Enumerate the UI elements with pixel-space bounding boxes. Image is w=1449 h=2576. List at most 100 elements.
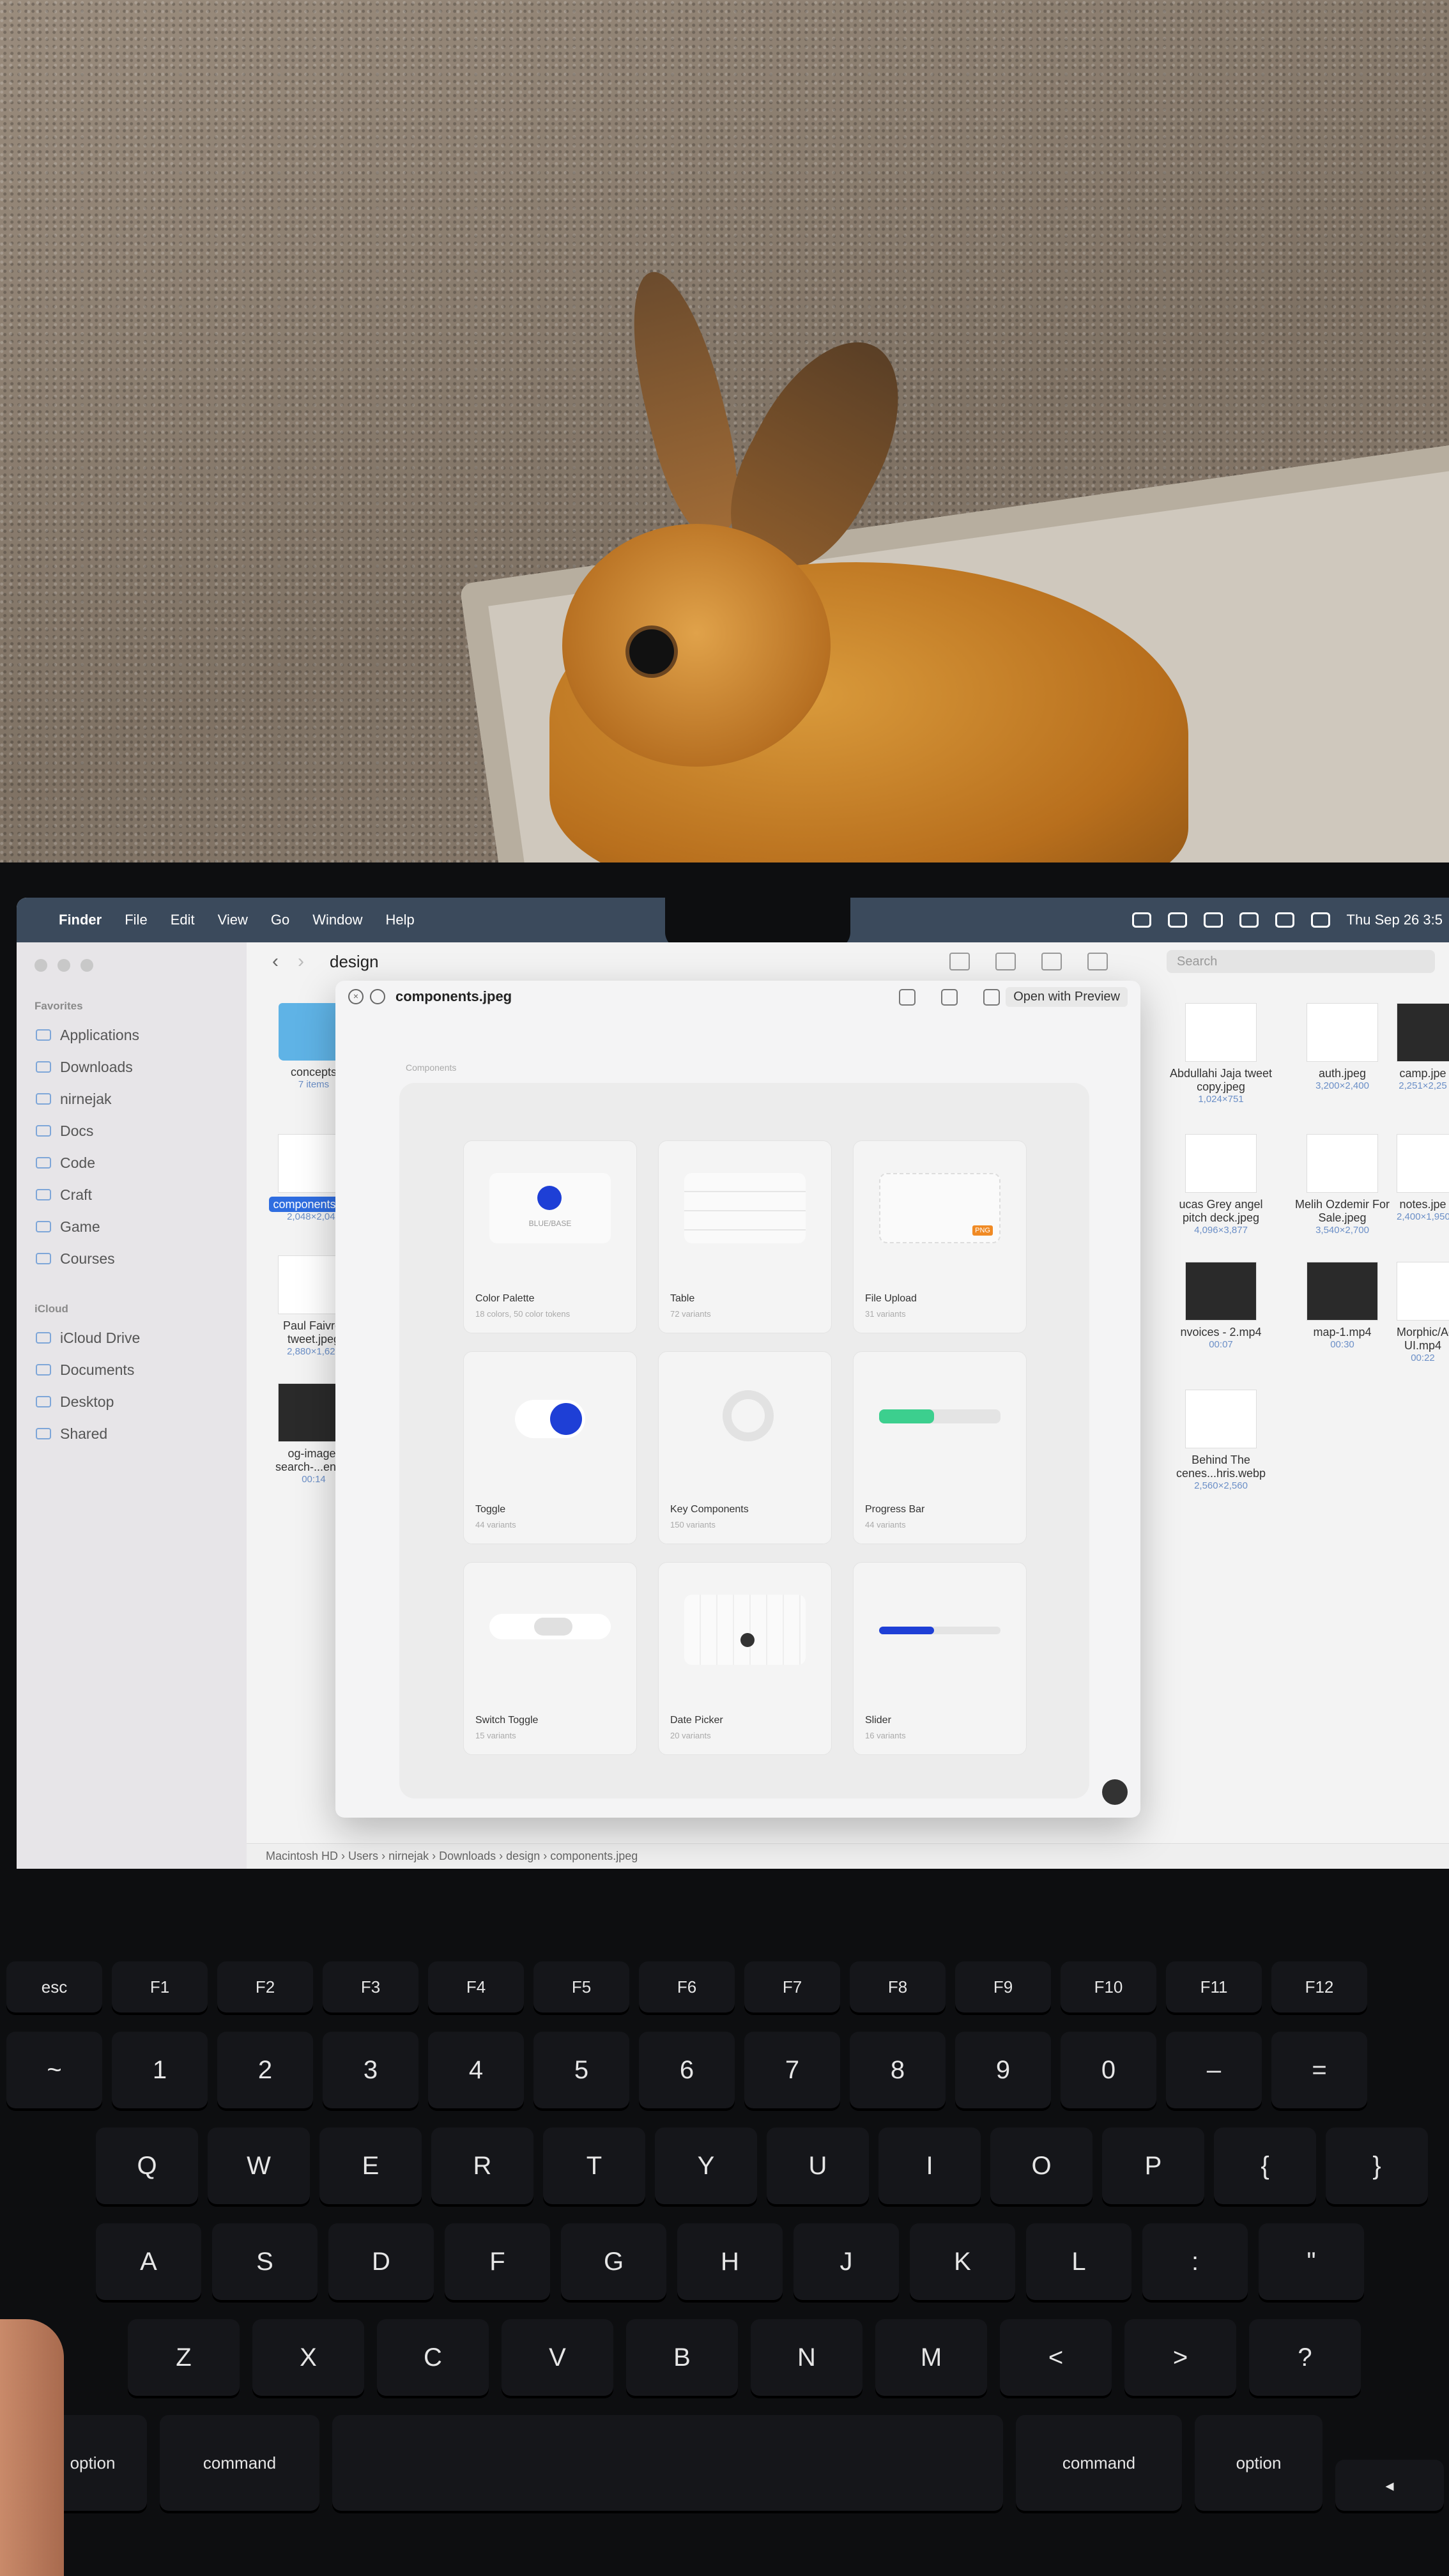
path-item[interactable]: design <box>506 1850 540 1863</box>
menu-go[interactable]: Go <box>271 912 289 928</box>
key-letter[interactable]: : <box>1142 2223 1248 2300</box>
sidebar-item-home[interactable]: nirnejak <box>36 1083 247 1115</box>
path-item[interactable]: components.jpeg <box>550 1850 638 1863</box>
gallery-view-icon[interactable] <box>1087 953 1108 970</box>
key-f5[interactable]: F5 <box>533 1961 629 2012</box>
minimize-window-button[interactable] <box>57 959 70 972</box>
file-item[interactable]: auth.jpeg 3,200×2,400 <box>1288 1003 1397 1091</box>
file-item[interactable]: camp.jpe 2,251×2,25 <box>1397 1003 1449 1091</box>
file-item[interactable]: map-1.mp4 00:30 <box>1288 1262 1397 1350</box>
key-num[interactable]: 5 <box>533 2032 629 2108</box>
menu-file[interactable]: File <box>125 912 147 928</box>
key-command-left[interactable]: command <box>160 2415 319 2511</box>
key-letter[interactable]: R <box>431 2128 533 2204</box>
key-letter[interactable]: M <box>875 2319 987 2396</box>
key-letter[interactable]: H <box>677 2223 783 2300</box>
menu-app-name[interactable]: Finder <box>59 912 102 928</box>
list-view-icon[interactable] <box>995 953 1016 970</box>
file-item[interactable]: nvoices - 2.mp4 00:07 <box>1167 1262 1275 1350</box>
key-letter[interactable]: T <box>543 2128 645 2204</box>
key-letter[interactable]: A <box>96 2223 201 2300</box>
key-letter[interactable]: N <box>751 2319 862 2396</box>
file-item[interactable]: Behind The cenes...hris.webp 2,560×2,560 <box>1167 1390 1275 1491</box>
wifi-icon[interactable] <box>1239 912 1259 928</box>
key-letter[interactable]: V <box>502 2319 613 2396</box>
battery-icon[interactable] <box>1275 912 1294 928</box>
path-item[interactable]: Users <box>348 1850 378 1863</box>
key-num[interactable]: 8 <box>850 2032 946 2108</box>
key-letter[interactable]: } <box>1326 2128 1428 2204</box>
file-item[interactable]: Melih Ozdemir For Sale.jpeg 3,540×2,700 <box>1288 1134 1397 1236</box>
zoom-window-button[interactable] <box>80 959 93 972</box>
key-letter[interactable]: G <box>561 2223 666 2300</box>
grid-view-icon[interactable] <box>949 953 970 970</box>
key-f3[interactable]: F3 <box>323 1961 418 2012</box>
sidebar-item-applications[interactable]: Applications <box>36 1019 247 1051</box>
menu-clock[interactable]: Thu Sep 26 3:5 <box>1347 912 1443 928</box>
key-letter[interactable]: P <box>1102 2128 1204 2204</box>
file-item[interactable]: notes.jpe 2,400×1,950 <box>1397 1134 1449 1222</box>
menu-edit[interactable]: Edit <box>171 912 195 928</box>
key-f10[interactable]: F10 <box>1061 1961 1156 2012</box>
key-letter[interactable]: X <box>252 2319 364 2396</box>
key-num[interactable]: 4 <box>428 2032 524 2108</box>
key-num[interactable]: 6 <box>639 2032 735 2108</box>
key-letter[interactable]: > <box>1124 2319 1236 2396</box>
share-icon[interactable] <box>983 989 1000 1006</box>
close-window-button[interactable] <box>34 959 47 972</box>
key-letter[interactable]: ? <box>1249 2319 1361 2396</box>
path-item[interactable]: Downloads <box>439 1850 496 1863</box>
key-num[interactable]: 0 <box>1061 2032 1156 2108</box>
menu-view[interactable]: View <box>218 912 248 928</box>
key-esc[interactable]: esc <box>6 1961 102 2012</box>
key-num[interactable]: 9 <box>955 2032 1051 2108</box>
column-view-icon[interactable] <box>1041 953 1062 970</box>
key-f4[interactable]: F4 <box>428 1961 524 2012</box>
back-arrow-icon[interactable]: ‹ <box>272 951 279 972</box>
key-arrow-left[interactable]: ◂ <box>1335 2460 1444 2511</box>
key-f9[interactable]: F9 <box>955 1961 1051 2012</box>
key-num[interactable]: – <box>1166 2032 1262 2108</box>
key-f1[interactable]: F1 <box>112 1961 208 2012</box>
key-letter[interactable]: " <box>1259 2223 1364 2300</box>
key-letter[interactable]: E <box>319 2128 422 2204</box>
quicklook-corner-icon[interactable] <box>1102 1779 1128 1805</box>
key-num[interactable]: 2 <box>217 2032 313 2108</box>
key-num[interactable]: 3 <box>323 2032 418 2108</box>
key-num[interactable]: ~ <box>6 2032 102 2108</box>
key-letter[interactable]: I <box>878 2128 981 2204</box>
menu-window[interactable]: Window <box>312 912 362 928</box>
key-letter[interactable]: J <box>793 2223 899 2300</box>
file-item[interactable]: Abdullahi Jaja tweet copy.jpeg 1,024×751 <box>1167 1003 1275 1105</box>
key-f11[interactable]: F11 <box>1166 1961 1262 2012</box>
key-letter[interactable]: O <box>990 2128 1092 2204</box>
menu-help[interactable]: Help <box>386 912 415 928</box>
key-option-right[interactable]: option <box>1195 2415 1322 2511</box>
close-icon[interactable]: × <box>348 989 364 1004</box>
key-letter[interactable]: K <box>910 2223 1015 2300</box>
key-letter[interactable]: L <box>1026 2223 1131 2300</box>
key-letter[interactable]: < <box>1000 2319 1112 2396</box>
key-f8[interactable]: F8 <box>850 1961 946 2012</box>
status-icon-3[interactable] <box>1203 912 1223 928</box>
sidebar-item-documents[interactable]: Documents <box>36 1354 247 1386</box>
sidebar-item-craft[interactable]: Craft <box>36 1179 247 1211</box>
open-with-preview-button[interactable]: Open with Preview <box>1006 987 1128 1007</box>
key-f12[interactable]: F12 <box>1271 1961 1367 2012</box>
search-input[interactable]: Search <box>1167 950 1435 973</box>
path-item[interactable]: Macintosh HD <box>266 1850 338 1863</box>
sidebar-item-code[interactable]: Code <box>36 1147 247 1179</box>
sidebar-item-downloads[interactable]: Downloads <box>36 1051 247 1083</box>
status-icon-2[interactable] <box>1167 912 1187 928</box>
key-space[interactable] <box>332 2415 1003 2511</box>
key-letter[interactable]: Q <box>96 2128 198 2204</box>
key-command-right[interactable]: command <box>1016 2415 1182 2511</box>
forward-arrow-icon[interactable]: › <box>298 951 304 972</box>
sidebar-item-shared[interactable]: Shared <box>36 1418 247 1450</box>
sidebar-item-courses[interactable]: Courses <box>36 1243 247 1275</box>
sidebar-item-docs[interactable]: Docs <box>36 1115 247 1147</box>
key-f2[interactable]: F2 <box>217 1961 313 2012</box>
key-letter[interactable]: Z <box>128 2319 240 2396</box>
fullscreen-icon[interactable] <box>370 989 385 1004</box>
file-item[interactable]: ucas Grey angel pitch deck.jpeg 4,096×3,8… <box>1167 1134 1275 1236</box>
